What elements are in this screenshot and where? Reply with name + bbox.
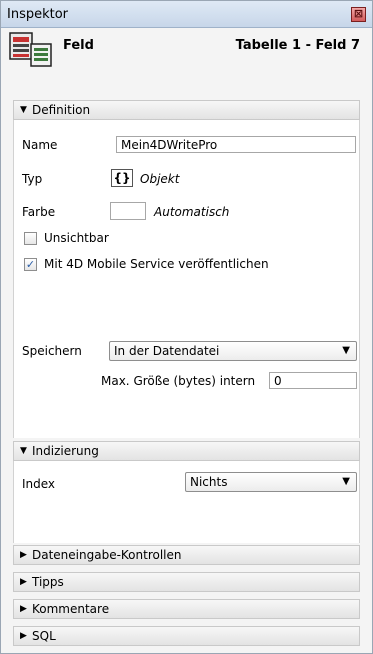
expanded-arrow-icon: ▼ <box>20 446 27 456</box>
color-swatch[interactable] <box>110 202 146 220</box>
collapsed-arrow-icon: ▶ <box>20 577 27 587</box>
section-indexing-header[interactable]: ▼ Indizierung <box>13 441 360 461</box>
save-location-value: In der Datendatei <box>114 344 220 358</box>
type-value: Objekt <box>140 172 180 186</box>
section-label: Tipps <box>32 575 64 589</box>
mobile-service-label: Mit 4D Mobile Service veröffentlichen <box>44 257 269 271</box>
collapsed-arrow-icon: ▶ <box>20 604 27 614</box>
color-value: Automatisch <box>154 205 230 219</box>
indexing-panel: Index Nichts ▼ <box>13 461 360 543</box>
invisible-label: Unsichtbar <box>44 231 109 245</box>
index-label: Index <box>22 477 56 491</box>
section-comments[interactable]: ▶ Kommentare <box>13 599 360 619</box>
index-select[interactable]: Nichts ▼ <box>185 472 357 492</box>
field-table-icon <box>9 32 52 67</box>
expanded-arrow-icon: ▼ <box>20 105 27 115</box>
name-input[interactable]: Mein4DWritePro <box>116 136 356 153</box>
color-label: Farbe <box>22 205 56 219</box>
title-bar: Inspektor ⊠ <box>1 1 372 28</box>
section-sql[interactable]: ▶ SQL <box>13 626 360 646</box>
save-location-select[interactable]: In der Datendatei ▼ <box>109 341 357 361</box>
section-label: Dateneingabe-Kontrollen <box>32 548 182 562</box>
close-icon[interactable]: ⊠ <box>351 7 366 22</box>
section-indexing-label: Indizierung <box>32 444 99 458</box>
inspector-header: Feld Tabelle 1 - Feld 7 <box>1 28 372 92</box>
object-type-icon: {} <box>111 169 133 187</box>
save-label: Speichern <box>22 344 82 358</box>
section-label: SQL <box>32 629 56 643</box>
section-data-entry-controls[interactable]: ▶ Dateneingabe-Kontrollen <box>13 545 360 565</box>
section-definition-header[interactable]: ▼ Definition <box>13 100 360 120</box>
chevron-down-icon: ▼ <box>342 476 350 487</box>
max-size-input[interactable]: 0 <box>269 372 357 389</box>
mobile-service-checkbox[interactable]: ✓ <box>24 258 37 271</box>
collapsed-arrow-icon: ▶ <box>20 631 27 641</box>
window-title: Inspektor <box>7 7 69 22</box>
max-size-label: Max. Größe (bytes) intern <box>101 374 256 388</box>
section-definition-label: Definition <box>32 103 91 117</box>
section-tips[interactable]: ▶ Tipps <box>13 572 360 592</box>
header-title: Feld <box>63 38 94 53</box>
chevron-down-icon: ▼ <box>342 345 350 356</box>
section-label: Kommentare <box>32 602 110 616</box>
invisible-checkbox[interactable] <box>24 232 37 245</box>
name-label: Name <box>22 138 58 152</box>
index-value: Nichts <box>190 475 228 489</box>
inspector-window: Inspektor ⊠ Feld Tabelle 1 - Feld 7 ▼ De… <box>0 0 373 654</box>
collapsed-arrow-icon: ▶ <box>20 550 27 560</box>
definition-panel: Name Mein4DWritePro Typ {} Objekt Farbe … <box>13 120 360 438</box>
type-label: Typ <box>22 172 43 186</box>
header-table-field: Tabelle 1 - Feld 7 <box>235 38 360 53</box>
